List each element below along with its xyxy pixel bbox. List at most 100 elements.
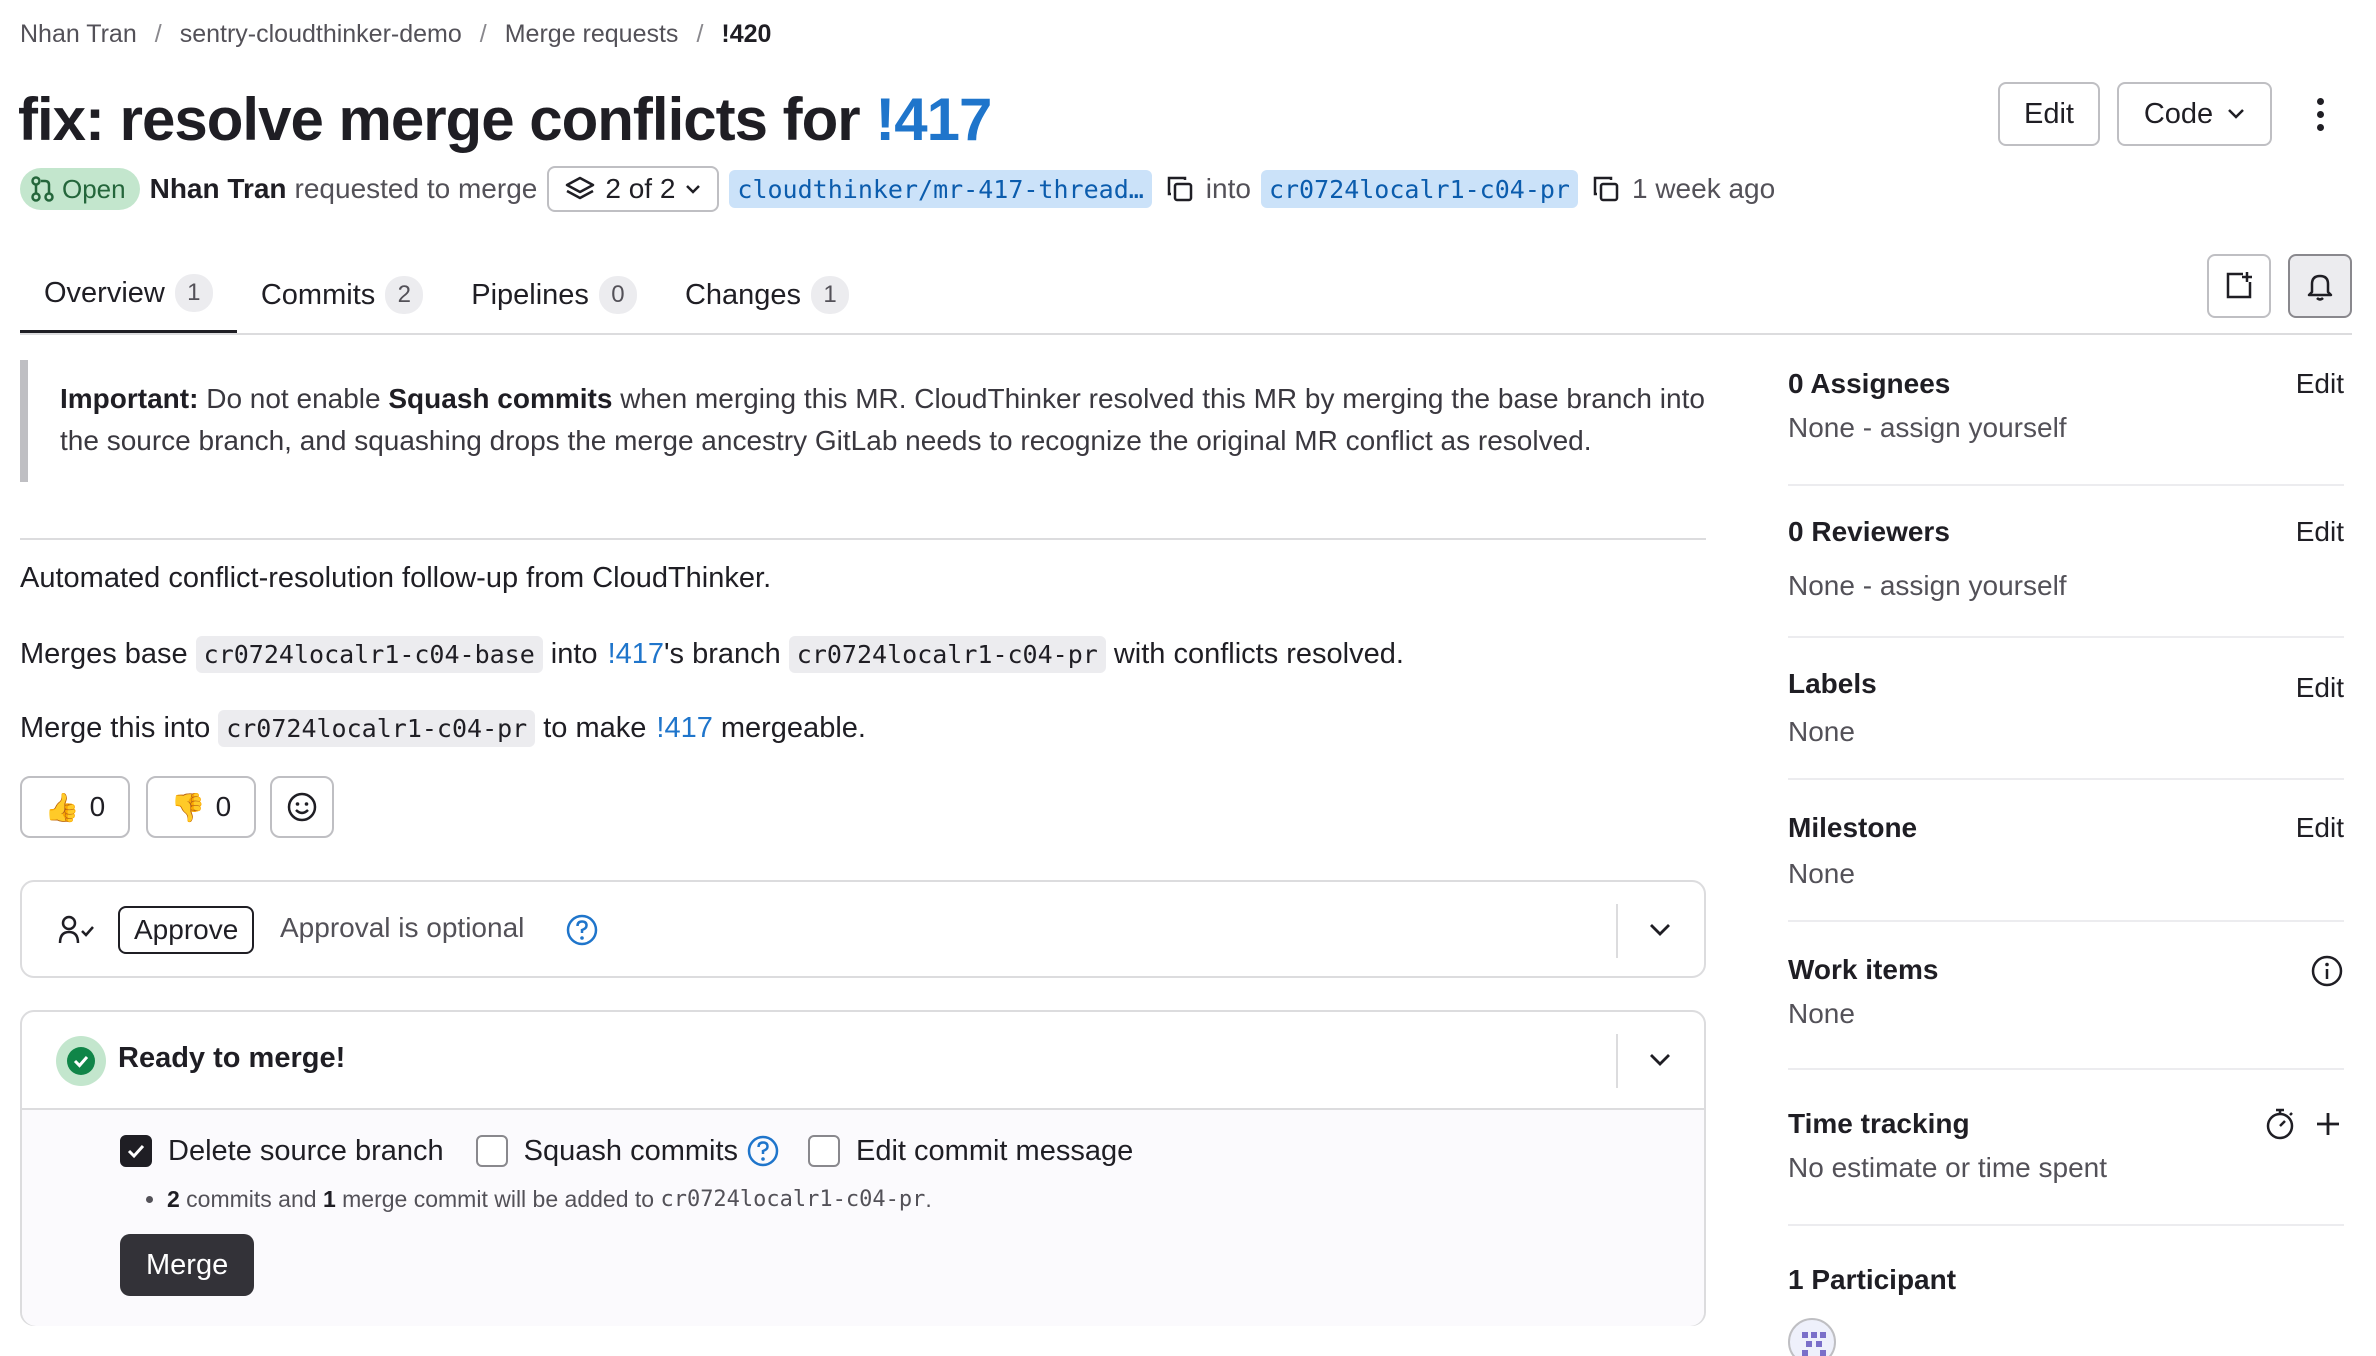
note-important: Important: bbox=[60, 383, 199, 414]
sidebar-divider bbox=[1788, 1224, 2344, 1226]
merge-button[interactable]: Merge bbox=[120, 1234, 255, 1296]
breadcrumb-user[interactable]: Nhan Tran bbox=[20, 20, 137, 49]
labels-value: None bbox=[1788, 716, 1855, 747]
source-branch[interactable]: cloudthinker/mr-417-thread… bbox=[729, 170, 1152, 208]
edit-commit-message-checkbox[interactable] bbox=[808, 1135, 841, 1167]
tabs-divider bbox=[20, 333, 2352, 335]
reviewers-value[interactable]: None - assign yourself bbox=[1788, 570, 2067, 602]
tab-commits[interactable]: Commits 2 bbox=[237, 256, 447, 334]
info-text: . bbox=[925, 1186, 932, 1212]
mr-link[interactable]: !417 bbox=[608, 638, 664, 671]
note-text-a: Do not enable bbox=[198, 383, 389, 414]
reviewers-edit-button[interactable]: Edit bbox=[2296, 516, 2344, 548]
text: into bbox=[550, 638, 598, 670]
into-text: into bbox=[1205, 173, 1251, 204]
squash-commits-label[interactable]: Squash commits bbox=[524, 1135, 738, 1168]
author-name[interactable]: Nhan Tran bbox=[150, 173, 287, 205]
sidebar-participants: 1 Participant bbox=[1788, 1256, 2344, 1356]
text: to make bbox=[543, 712, 647, 744]
thumbs-up-count: 0 bbox=[89, 791, 106, 822]
tab-pipelines[interactable]: Pipelines 0 bbox=[447, 256, 661, 334]
notifications-toggle[interactable] bbox=[2288, 254, 2352, 318]
thumbs-up-icon: 👍 bbox=[44, 791, 80, 823]
tab-changes[interactable]: Changes 1 bbox=[661, 256, 873, 334]
text: mergeable. bbox=[720, 712, 866, 744]
tab-count: 0 bbox=[598, 276, 637, 314]
merge-options: Delete source branch Squash commits Edit… bbox=[120, 1132, 1133, 1170]
merge-widget-body: Delete source branch Squash commits Edit… bbox=[22, 1110, 1704, 1326]
breadcrumb-separator: / bbox=[479, 19, 487, 48]
assignees-title: 0 Assignees bbox=[1788, 368, 1951, 399]
approval-status-text: Approval is optional bbox=[280, 912, 525, 943]
tab-overview[interactable]: Overview 1 bbox=[20, 256, 237, 334]
tab-count: 1 bbox=[174, 274, 213, 312]
stopwatch-icon[interactable] bbox=[2264, 1106, 2296, 1142]
status-badge-label: Open bbox=[62, 173, 126, 204]
sidebar-labels: Labels Edit None bbox=[1788, 660, 2344, 800]
add-to-do-button[interactable] bbox=[2207, 254, 2271, 318]
chevron-down-icon bbox=[686, 185, 701, 194]
avatar[interactable] bbox=[1788, 1318, 1836, 1356]
description-paragraph: Merges base cr0724localr1-c04-base into … bbox=[20, 636, 1404, 673]
merge-status-text: Ready to merge! bbox=[118, 1042, 346, 1074]
chevron-down-icon[interactable] bbox=[1648, 922, 1672, 938]
stack-label: 2 of 2 bbox=[605, 173, 676, 204]
copy-icon[interactable] bbox=[1166, 175, 1194, 203]
help-icon[interactable] bbox=[565, 913, 599, 947]
milestone-edit-button[interactable]: Edit bbox=[2296, 812, 2344, 844]
more-actions-icon[interactable] bbox=[2300, 88, 2340, 140]
text: Merges base bbox=[20, 638, 188, 670]
tab-label: Changes bbox=[684, 278, 802, 311]
squash-commits-checkbox[interactable] bbox=[475, 1135, 508, 1167]
thumbs-down-button[interactable]: 👎 0 bbox=[146, 776, 256, 838]
delete-source-branch-label[interactable]: Delete source branch bbox=[168, 1135, 444, 1168]
work-items-value: None bbox=[1788, 998, 1855, 1029]
layers-icon bbox=[566, 176, 595, 200]
text: with conflicts resolved. bbox=[1113, 638, 1404, 670]
reviewers-title: 0 Reviewers bbox=[1788, 516, 1950, 547]
sidebar-reviewers: 0 Reviewers Edit None - assign yourself bbox=[1788, 508, 2344, 648]
divider bbox=[1616, 904, 1618, 958]
page-title-link[interactable]: !417 bbox=[875, 86, 992, 153]
success-status-icon bbox=[56, 1036, 106, 1086]
breadcrumb: Nhan Tran / sentry-cloudthinker-demo / M… bbox=[20, 16, 771, 52]
thumbs-up-button[interactable]: 👍 0 bbox=[20, 776, 130, 838]
breadcrumb-separator: / bbox=[154, 19, 162, 48]
labels-edit-button[interactable]: Edit bbox=[2296, 672, 2344, 704]
info-icon[interactable] bbox=[2310, 954, 2344, 988]
chevron-down-icon[interactable] bbox=[1648, 1052, 1672, 1068]
mr-link[interactable]: !417 bbox=[656, 712, 712, 745]
merge-commit-count: 1 bbox=[322, 1186, 336, 1212]
delete-source-branch-checkbox[interactable] bbox=[120, 1135, 152, 1167]
status-badge: Open bbox=[20, 168, 140, 210]
approval-user-check-icon bbox=[58, 915, 94, 944]
copy-icon[interactable] bbox=[1592, 175, 1620, 203]
merge-request-open-icon bbox=[31, 176, 54, 202]
plus-icon[interactable] bbox=[2314, 1110, 2342, 1138]
labels-title: Labels bbox=[1788, 668, 1877, 699]
edit-commit-message-label[interactable]: Edit commit message bbox=[856, 1135, 1133, 1168]
created-time: 1 week ago bbox=[1631, 173, 1776, 204]
description-divider bbox=[20, 538, 1706, 540]
approve-button[interactable]: Approve bbox=[118, 906, 255, 954]
text: 's branch bbox=[664, 638, 781, 670]
assignees-value[interactable]: None - assign yourself bbox=[1788, 412, 2067, 444]
breadcrumb-current[interactable]: !420 bbox=[721, 20, 771, 49]
milestone-title: Milestone bbox=[1788, 812, 1918, 843]
time-tracking-title: Time tracking bbox=[1788, 1108, 1970, 1139]
requested-text: requested to merge bbox=[294, 173, 538, 204]
time-tracking-value: No estimate or time spent bbox=[1788, 1152, 2108, 1183]
code-dropdown-button[interactable]: Code bbox=[2117, 82, 2272, 146]
sidebar-divider bbox=[1788, 636, 2344, 638]
breadcrumb-project[interactable]: sentry-cloudthinker-demo bbox=[180, 20, 462, 49]
info-text: merge commit will be added to bbox=[335, 1186, 661, 1212]
add-reaction-button[interactable] bbox=[270, 776, 334, 838]
sidebar-divider bbox=[1788, 484, 2344, 486]
edit-button[interactable]: Edit bbox=[1998, 82, 2100, 146]
description-note: Important: Do not enable Squash commits … bbox=[20, 360, 1706, 482]
target-branch[interactable]: cr0724localr1-c04-pr bbox=[1260, 170, 1578, 208]
help-icon[interactable] bbox=[746, 1134, 780, 1168]
stack-dropdown[interactable]: 2 of 2 bbox=[547, 166, 720, 212]
assignees-edit-button[interactable]: Edit bbox=[2296, 368, 2344, 400]
breadcrumb-merge-requests[interactable]: Merge requests bbox=[505, 20, 679, 49]
